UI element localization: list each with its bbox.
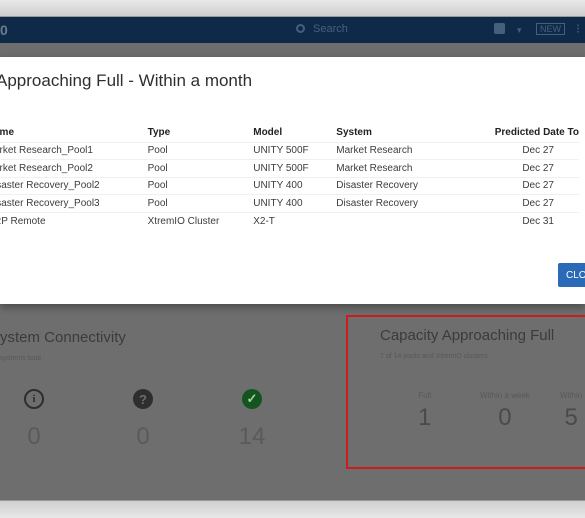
table-row: arket Research_Pool1 Pool UNITY 500F Mar… xyxy=(0,141,579,160)
capacity-month-count: 5 xyxy=(564,404,578,431)
window-frame-bottom xyxy=(0,500,585,518)
card-subtitle: systems total xyxy=(0,355,41,362)
system-link[interactable]: Disaster Recovery xyxy=(336,194,473,212)
model-cell: UNITY 500F xyxy=(253,159,337,177)
table-row: isaster Recovery_Pool3 Pool UNITY 400 Di… xyxy=(0,194,579,212)
name-link[interactable]: arket Research_Pool2 xyxy=(0,159,148,177)
chevron-down-icon[interactable]: ▾ xyxy=(517,25,522,36)
date-cell: Dec 27 xyxy=(472,159,579,177)
capacity-week-label: Within a week xyxy=(480,391,530,400)
name-link[interactable]: RP Remote xyxy=(0,211,148,230)
date-cell: Dec 27 xyxy=(472,176,579,195)
notification-icon[interactable] xyxy=(494,23,505,34)
table-row: RP Remote XtremIO Cluster X2-T Dec 31 xyxy=(0,211,579,230)
name-link[interactable]: isaster Recovery_Pool2 xyxy=(0,176,148,195)
more-icon[interactable]: ⁝ xyxy=(576,21,580,37)
capacity-week-count: 0 xyxy=(498,404,512,431)
date-cell: Dec 27 xyxy=(472,194,579,212)
connectivity-info-column[interactable]: i 0 xyxy=(4,389,64,451)
capacity-week-column[interactable]: Within a week 0 xyxy=(480,391,530,432)
system-link[interactable]: Disaster Recovery xyxy=(336,176,473,195)
table-header-row: ame Type Model System Predicted Date To xyxy=(0,127,579,142)
search-icon xyxy=(296,24,305,33)
date-cell: Dec 31 xyxy=(472,211,579,230)
table-row: arket Research_Pool2 Pool UNITY 500F Mar… xyxy=(0,159,579,177)
info-icon: i xyxy=(24,389,44,409)
search-box[interactable]: Search xyxy=(296,23,348,35)
app-topbar: 0 Search ▾ NEW ⁝ xyxy=(0,17,585,43)
new-badge[interactable]: NEW xyxy=(536,23,565,35)
model-cell: UNITY 400 xyxy=(253,194,337,212)
model-cell: UNITY 400 xyxy=(253,176,337,195)
close-button[interactable]: CLOSE xyxy=(558,263,585,287)
capacity-full-column[interactable]: Full 1 xyxy=(418,391,431,432)
system-link[interactable] xyxy=(336,211,473,230)
capacity-month-label: Within xyxy=(560,391,583,400)
type-cell: Pool xyxy=(147,141,254,160)
app-logo[interactable]: 0 xyxy=(0,22,8,38)
column-header-type[interactable]: Type xyxy=(148,127,254,142)
approaching-full-modal: Approaching Full - Within a month ame Ty… xyxy=(0,57,585,304)
connectivity-info-count: 0 xyxy=(27,423,41,450)
column-header-system[interactable]: System xyxy=(336,127,472,142)
column-header-name[interactable]: ame xyxy=(0,127,148,142)
model-cell: UNITY 500F xyxy=(253,141,337,160)
type-cell: XtremIO Cluster xyxy=(147,211,254,230)
name-link[interactable]: isaster Recovery_Pool3 xyxy=(0,194,148,212)
approaching-full-table: ame Type Model System Predicted Date To … xyxy=(0,127,579,230)
capacity-full-count: 1 xyxy=(418,404,432,431)
check-circle-icon: ✓ xyxy=(242,389,262,409)
type-cell: Pool xyxy=(147,194,254,212)
card-subtitle: 7 of 14 pools and XtremIO clusters xyxy=(380,353,488,360)
system-link[interactable]: Market Research xyxy=(336,159,473,177)
modal-title: Approaching Full - Within a month xyxy=(0,71,253,90)
connectivity-ok-count: 14 xyxy=(238,423,266,450)
name-link[interactable]: arket Research_Pool1 xyxy=(0,141,148,160)
connectivity-unknown-count: 0 xyxy=(136,423,150,450)
help-icon: ? xyxy=(133,389,153,409)
capacity-full-label: Full xyxy=(418,391,432,400)
column-header-predicted-date[interactable]: Predicted Date To xyxy=(472,127,579,142)
table-row: isaster Recovery_Pool2 Pool UNITY 400 Di… xyxy=(0,176,579,195)
type-cell: Pool xyxy=(147,159,254,177)
system-connectivity-card: ystem Connectivity systems total i 0 ? 0… xyxy=(0,319,320,469)
capacity-month-column[interactable]: Within 5 xyxy=(560,391,582,432)
date-cell: Dec 27 xyxy=(472,141,579,160)
card-title: ystem Connectivity xyxy=(0,329,126,346)
search-placeholder: Search xyxy=(313,23,348,35)
card-title: Capacity Approaching Full xyxy=(380,327,555,344)
model-cell: X2-T xyxy=(253,211,337,230)
window-frame-top xyxy=(0,0,585,17)
connectivity-ok-column[interactable]: ✓ 14 xyxy=(222,389,282,451)
column-header-model[interactable]: Model xyxy=(253,127,336,142)
connectivity-unknown-column[interactable]: ? 0 xyxy=(113,389,173,451)
system-link[interactable]: Market Research xyxy=(336,141,473,160)
type-cell: Pool xyxy=(147,176,254,195)
app-background: 0 Search ▾ NEW ⁝ ystem Connectivity syst… xyxy=(0,17,585,500)
capacity-approaching-full-card[interactable]: Capacity Approaching Full 7 of 14 pools … xyxy=(346,315,585,469)
